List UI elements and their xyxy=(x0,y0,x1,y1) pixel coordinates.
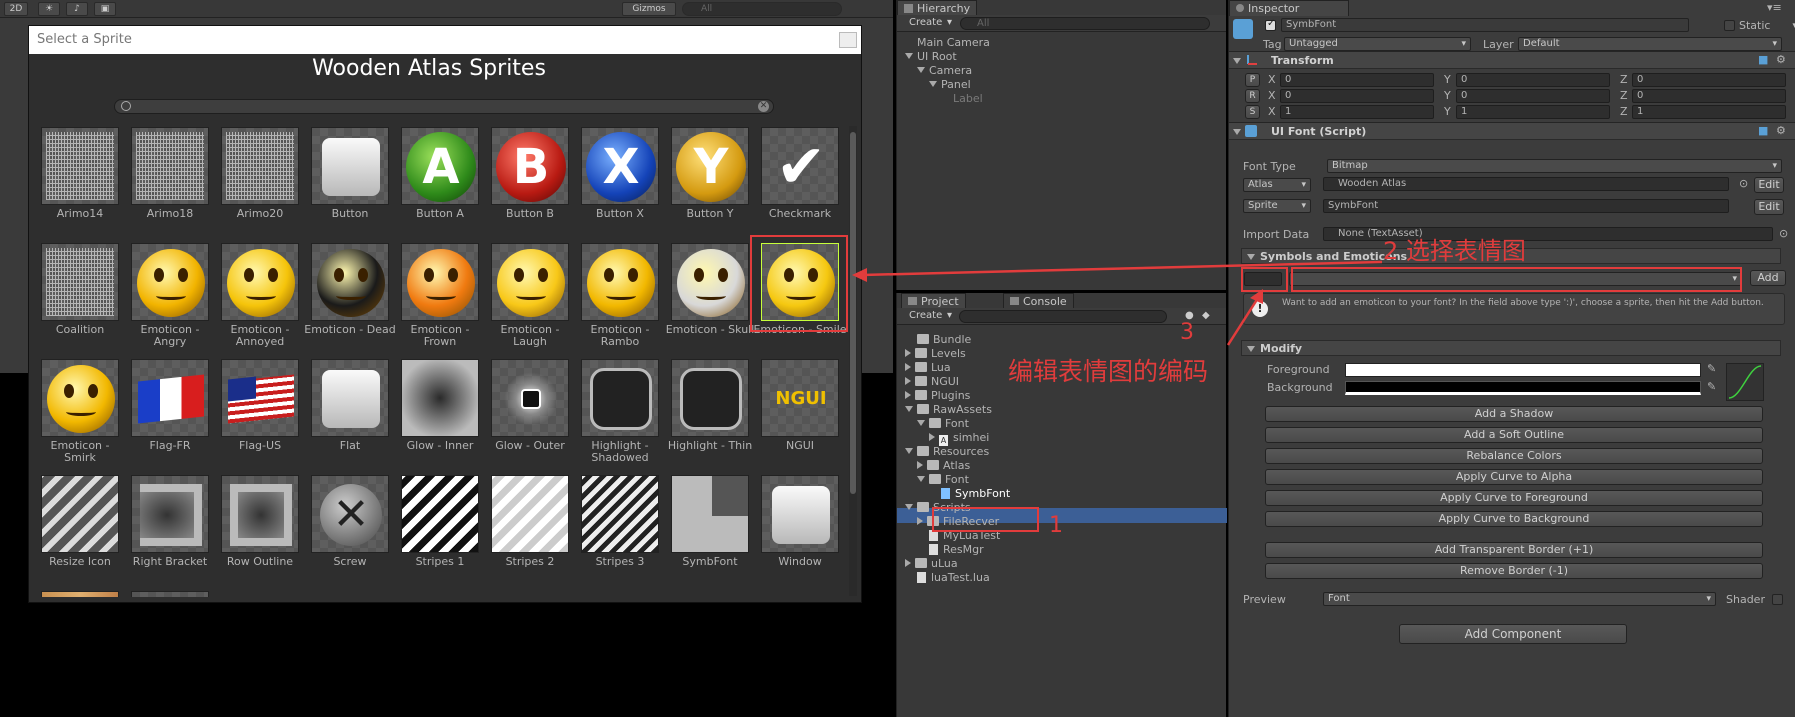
arrow-step3 xyxy=(1226,297,1260,346)
arrowhead-step2 xyxy=(852,268,867,282)
step-3-text: 编辑表情图的编码 xyxy=(1008,357,1209,386)
step-3-label: 3 xyxy=(1180,320,1194,345)
arrow-step2 xyxy=(861,260,1383,277)
step-2-label: 2 选择表情图 xyxy=(1383,237,1526,265)
step-1-label: 1 xyxy=(1049,513,1063,538)
annotation-arrows xyxy=(852,260,1383,346)
